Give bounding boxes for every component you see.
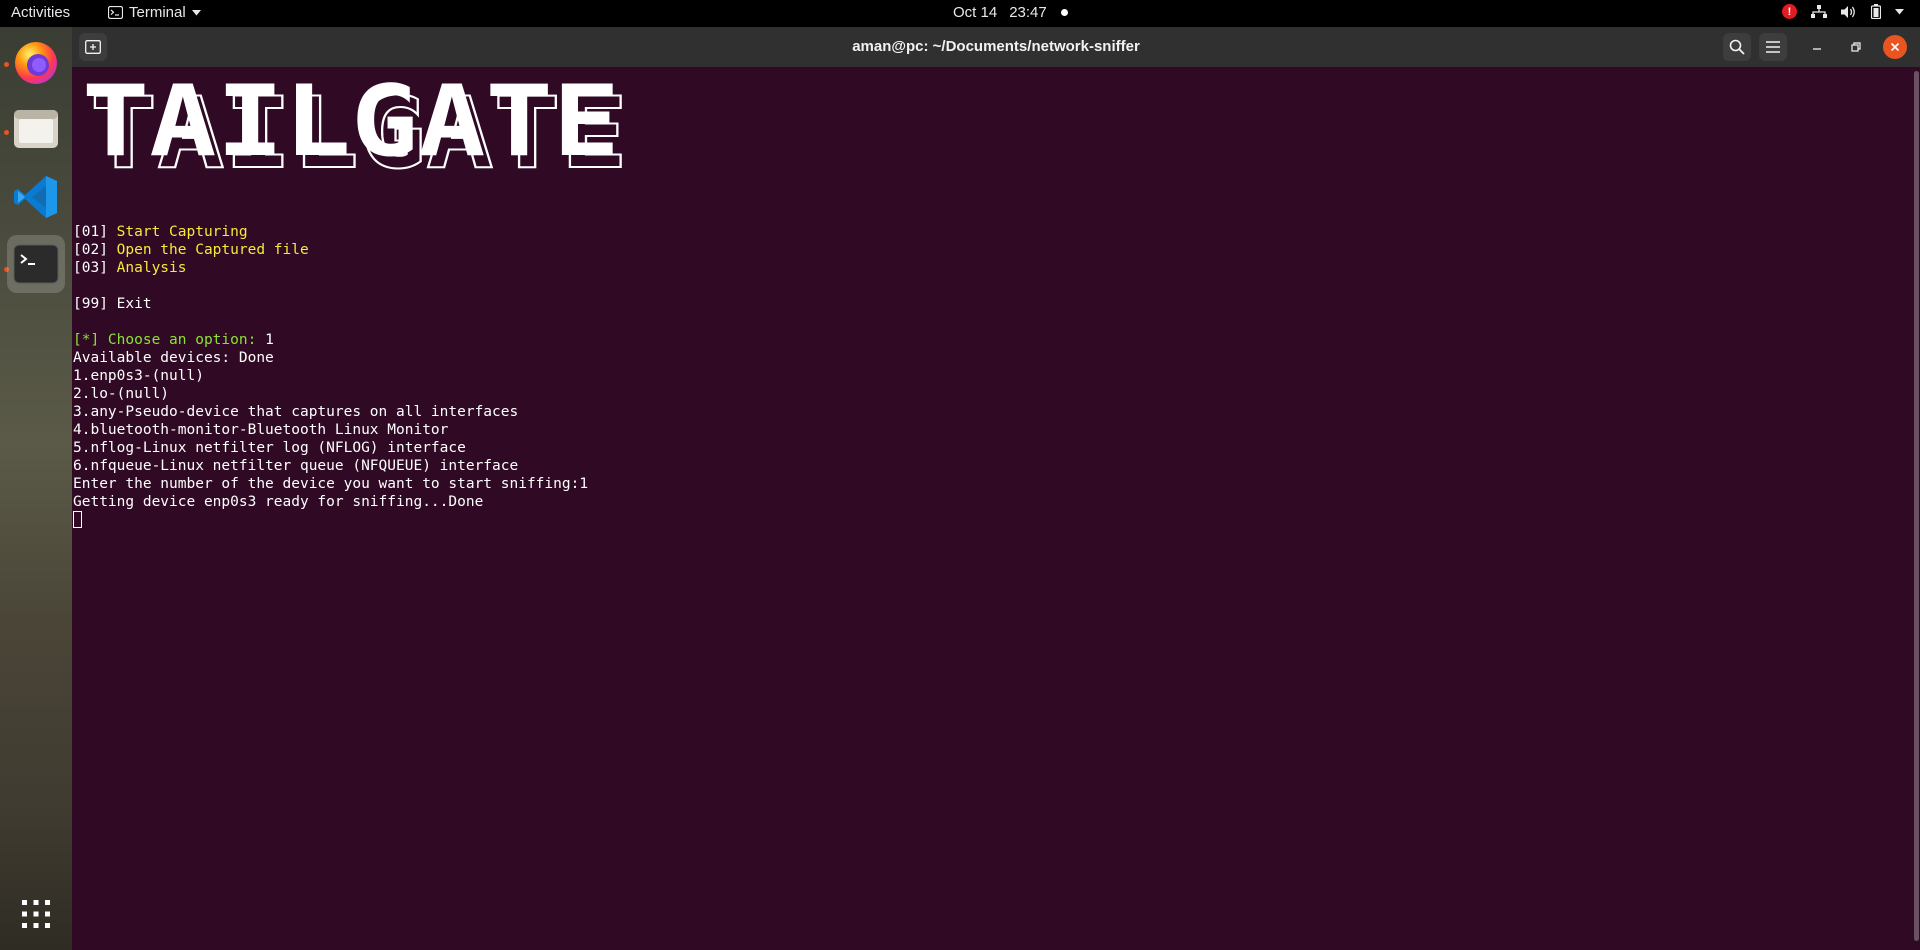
output-line: Available devices: Done bbox=[73, 350, 274, 366]
output-line: 2.lo-(null) bbox=[73, 386, 170, 402]
tailgate-banner: TAILGATE TAILGATE bbox=[78, 65, 638, 192]
clock-time: 23:47 bbox=[1009, 4, 1047, 21]
app-menu-label: Terminal bbox=[129, 4, 186, 21]
terminal-window: aman@pc: ~/Documents/network-sniffer TAI… bbox=[72, 27, 1920, 950]
output-line: 6.nfqueue-Linux netfilter queue (NFQUEUE… bbox=[73, 458, 519, 474]
app-menu[interactable]: Terminal bbox=[108, 4, 201, 21]
vscode-icon bbox=[14, 176, 57, 218]
menu-item-exit: [99] Exit bbox=[73, 296, 152, 312]
terminal-icon bbox=[13, 244, 59, 284]
search-icon bbox=[1729, 39, 1745, 55]
activities-button[interactable]: Activities bbox=[11, 4, 70, 21]
dock-files[interactable] bbox=[7, 100, 65, 158]
text-cursor bbox=[73, 511, 82, 528]
output-line: 3.any-Pseudo-device that captures on all… bbox=[73, 404, 519, 420]
restore-button[interactable] bbox=[1844, 35, 1868, 59]
terminal-small-icon bbox=[108, 6, 123, 19]
search-button[interactable] bbox=[1723, 33, 1751, 61]
files-icon bbox=[14, 110, 58, 148]
banner-text: TAILGATE bbox=[82, 69, 620, 179]
battery-icon bbox=[1871, 4, 1881, 19]
dock-terminal[interactable] bbox=[7, 235, 65, 293]
grid-icon bbox=[22, 900, 50, 928]
system-tray[interactable]: ! bbox=[1782, 4, 1904, 19]
network-icon bbox=[1811, 4, 1827, 18]
system-menu-arrow-icon bbox=[1895, 8, 1904, 14]
dock-firefox[interactable] bbox=[7, 33, 65, 91]
firefox-icon bbox=[15, 42, 57, 84]
dock bbox=[0, 27, 72, 950]
volume-icon bbox=[1841, 5, 1855, 18]
minimize-button[interactable] bbox=[1805, 35, 1829, 59]
alert-icon[interactable]: ! bbox=[1782, 4, 1797, 19]
clock-date: Oct 14 bbox=[953, 4, 998, 21]
top-bar: Activities Terminal Oct 14 23:47 ! bbox=[0, 0, 1920, 27]
close-button[interactable] bbox=[1883, 35, 1907, 59]
dropdown-arrow-icon bbox=[191, 9, 201, 15]
output-line: 5.nflog-Linux netfilter log (NFLOG) inte… bbox=[73, 440, 466, 456]
close-icon bbox=[1890, 42, 1900, 52]
dock-vscode[interactable] bbox=[7, 168, 65, 226]
restore-icon bbox=[1851, 42, 1861, 52]
output-line: Getting device enp0s3 ready for sniffing… bbox=[73, 494, 484, 510]
clock[interactable]: Oct 14 23:47 bbox=[953, 4, 1068, 21]
window-title: aman@pc: ~/Documents/network-sniffer bbox=[852, 38, 1140, 55]
scrollbar[interactable] bbox=[1912, 67, 1920, 950]
output-line: Enter the number of the device you want … bbox=[73, 476, 589, 492]
minimize-icon bbox=[1813, 48, 1821, 50]
choose-option-prompt: [*] Choose an option: 1 bbox=[73, 332, 274, 348]
scrollbar-thumb[interactable] bbox=[1914, 71, 1919, 941]
hamburger-menu-button[interactable] bbox=[1759, 33, 1787, 61]
output-line: 1.enp0s3-(null) bbox=[73, 368, 204, 384]
menu-item-analysis: [03] Analysis bbox=[73, 260, 187, 276]
notification-dot-icon bbox=[1060, 9, 1068, 16]
menu-item-open-captured-file: [02] Open the Captured file bbox=[73, 242, 309, 258]
menu-item-start-capturing: [01] Start Capturing bbox=[73, 224, 248, 240]
hamburger-icon bbox=[1766, 41, 1780, 53]
output-line: 4.bluetooth-monitor-Bluetooth Linux Moni… bbox=[73, 422, 449, 438]
title-bar[interactable]: aman@pc: ~/Documents/network-sniffer bbox=[72, 27, 1920, 67]
show-applications-button[interactable] bbox=[7, 885, 65, 943]
terminal-content[interactable]: TAILGATE TAILGATE [01] Start Capturing [… bbox=[72, 65, 1912, 950]
